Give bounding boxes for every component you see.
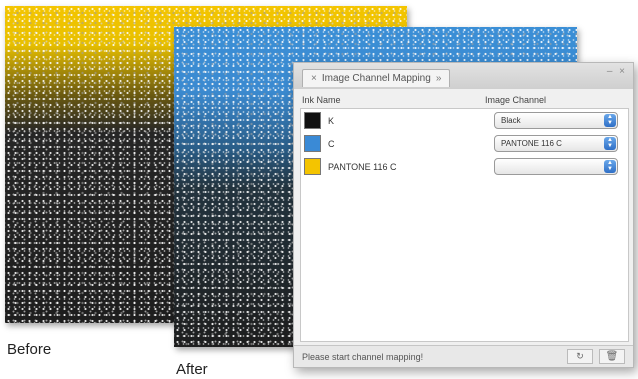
- stage: Before After × Image Channel Mapping » – ×…: [0, 0, 638, 379]
- up-down-arrows-icon: ▲ ▼: [604, 160, 616, 173]
- dialog-tab[interactable]: × Image Channel Mapping »: [302, 69, 451, 87]
- dialog-titlebar[interactable]: × Image Channel Mapping » – ×: [294, 63, 633, 89]
- ink-name: PANTONE 116 C: [328, 162, 397, 172]
- after-caption: After: [176, 361, 208, 378]
- mapping-row[interactable]: K Black ▲ ▼: [301, 111, 628, 133]
- ink-swatch-k: [304, 112, 321, 129]
- status-bar: Please start channel mapping! ↻ 🗑: [294, 345, 633, 367]
- up-down-arrows-icon: ▲ ▼: [604, 137, 616, 150]
- double-chevron-icon[interactable]: »: [436, 73, 442, 84]
- ink-swatch-pantone: [304, 158, 321, 175]
- channel-select[interactable]: ▲ ▼: [494, 158, 618, 175]
- dialog-title: Image Channel Mapping: [321, 73, 431, 84]
- delete-button[interactable]: 🗑: [599, 349, 625, 364]
- close-icon[interactable]: ×: [311, 73, 317, 84]
- image-channel-mapping-dialog: × Image Channel Mapping » – × Ink Name Ima…: [293, 62, 634, 368]
- status-text: Please start channel mapping!: [302, 352, 424, 362]
- ink-name: C: [328, 139, 335, 149]
- ink-name: K: [328, 116, 335, 126]
- channel-select[interactable]: PANTONE 116 C ▲ ▼: [494, 135, 618, 152]
- mapping-row[interactable]: PANTONE 116 C ▲ ▼: [301, 157, 628, 179]
- ink-swatch-c: [304, 135, 321, 152]
- window-controls[interactable]: – ×: [607, 66, 627, 77]
- channel-select[interactable]: Black ▲ ▼: [494, 112, 618, 129]
- channel-select-value: Black: [501, 116, 521, 125]
- up-down-arrows-icon: ▲ ▼: [604, 114, 616, 127]
- image-channel-header: Image Channel: [485, 95, 547, 105]
- before-caption: Before: [7, 341, 52, 358]
- refresh-button[interactable]: ↻: [567, 349, 593, 364]
- mapping-row[interactable]: C PANTONE 116 C ▲ ▼: [301, 134, 628, 156]
- mapping-list: K Black ▲ ▼ C PANTONE 116 C ▲ ▼ PANTONE 11…: [300, 108, 629, 342]
- ink-name-header: Ink Name: [302, 95, 341, 105]
- channel-select-value: PANTONE 116 C: [501, 139, 562, 148]
